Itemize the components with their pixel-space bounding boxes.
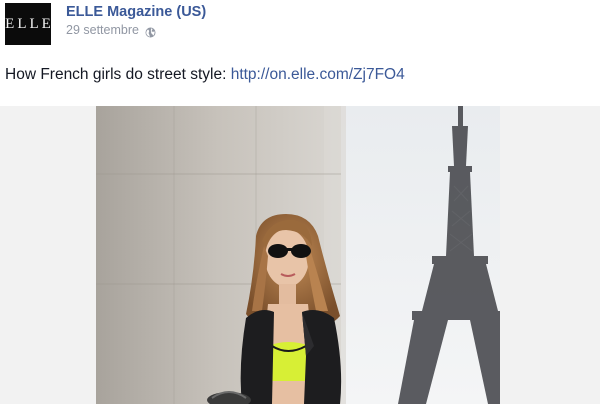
avatar-logo-text: ELLE: [5, 15, 54, 32]
globe-icon: [145, 25, 156, 38]
post-date[interactable]: 29 settembre: [66, 23, 139, 38]
post-date-row: 29 settembre: [66, 23, 206, 38]
post-header: ELLE ELLE Magazine (US) 29 settembre: [5, 3, 206, 49]
page-avatar[interactable]: ELLE: [5, 3, 51, 45]
photo-frame: [0, 106, 600, 404]
status-caption: How French girls do street style:: [5, 66, 231, 83]
post-photo[interactable]: [96, 106, 500, 404]
feed-post: ELLE ELLE Magazine (US) 29 settembre How…: [0, 0, 600, 404]
post-meta: ELLE Magazine (US) 29 settembre: [66, 4, 206, 38]
post-status-text: How French girls do street style: http:/…: [5, 65, 405, 85]
page-name-link[interactable]: ELLE Magazine (US): [66, 4, 206, 21]
status-link[interactable]: http://on.elle.com/Zj7FO4: [231, 66, 405, 83]
